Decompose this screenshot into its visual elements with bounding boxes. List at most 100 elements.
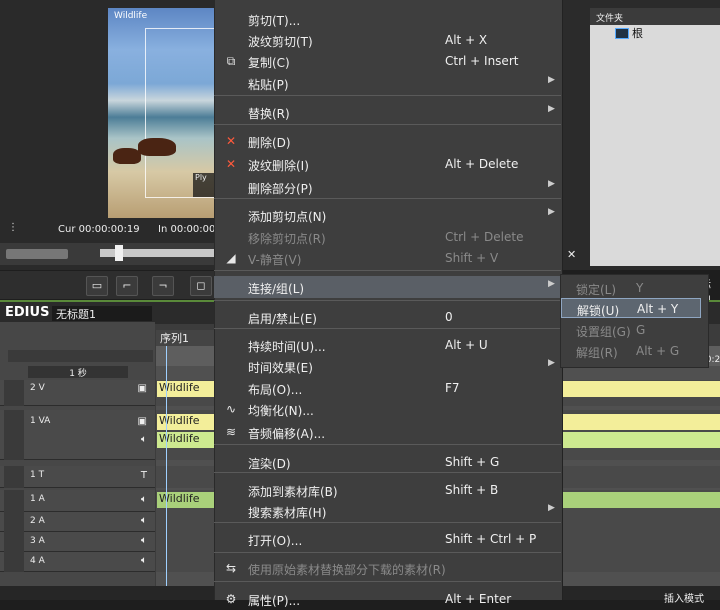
bin-header: 文件夹 — [590, 8, 720, 25]
submenu-item[interactable]: 解锁(U) Alt + Y — [561, 298, 701, 318]
player-menu-icon[interactable]: ⋮ — [8, 222, 18, 236]
track-name: 1 T — [30, 470, 45, 480]
submenu-item-shortcut: Alt + Y — [637, 302, 679, 316]
delete-icon: ✕ — [225, 134, 237, 148]
track-4a[interactable]: 4 A 🔈︎ — [0, 552, 155, 572]
menu-item[interactable]: 搜索素材库(H) ▶ — [214, 500, 561, 522]
menu-item-label: 持续时间(U)... — [248, 340, 326, 354]
menu-item[interactable]: ⧉ 复制(C) Ctrl + Insert — [214, 50, 561, 72]
track-name: 2 V — [30, 383, 45, 393]
submenu-arrow-icon: ▶ — [548, 358, 555, 368]
sequence-name-field[interactable]: 无标题1 — [52, 306, 152, 321]
speaker-icon[interactable]: 🔈︎ — [141, 555, 147, 566]
menu-item-label: 添加剪切点(N) — [248, 210, 327, 224]
menu-item-label: 复制(C) — [248, 56, 290, 70]
clip-1a-tail[interactable] — [561, 492, 720, 508]
menu-item[interactable]: 删除部分(P) ▶ — [214, 176, 561, 198]
title-track-icon: T — [140, 470, 147, 481]
menu-item-shortcut: Shift + V — [445, 251, 499, 265]
menu-item[interactable]: 连接/组(L) ▶ — [214, 276, 561, 298]
track-3a[interactable]: 3 A 🔈︎ — [0, 532, 155, 552]
menu-item-shortcut: Alt + Delete — [445, 157, 519, 171]
app-name: EDIUS — [5, 305, 50, 320]
sequence-tab[interactable]: 序列1 — [156, 330, 214, 346]
match-frame-icon[interactable]: ▭ — [86, 276, 108, 296]
menu-item[interactable]: 时间效果(E) ▶ — [214, 355, 561, 377]
speaker-icon[interactable]: 🔈︎ — [141, 494, 147, 505]
copy-icon: ⧉ — [226, 54, 236, 68]
menu-item-label: 时间效果(E) — [248, 361, 313, 375]
menu-item-label: V-静音(V) — [248, 253, 302, 267]
menu-item[interactable]: ✕ 删除(D) — [214, 130, 561, 152]
menu-item-label: 移除剪切点(R) — [248, 232, 326, 246]
menu-item[interactable]: ∿ 均衡化(N)... — [214, 398, 561, 420]
menu-item[interactable]: 打开(O)... Shift + Ctrl + P — [214, 528, 561, 550]
menu-item[interactable]: 替换(R) ▶ — [214, 101, 561, 123]
menu-item[interactable]: ≋ 音频偏移(A)... — [214, 421, 561, 443]
menu-item-label: 删除部分(P) — [248, 182, 313, 196]
menu-item-shortcut: Alt + U — [445, 338, 488, 352]
menu-item-shortcut: Alt + X — [445, 33, 488, 47]
scale-selector[interactable]: 1 秒 — [28, 366, 128, 379]
clip-2v-tail[interactable] — [561, 381, 720, 397]
video-caption: Ply — [193, 173, 215, 197]
submenu-item-label: 设置组(G) — [576, 325, 631, 339]
menu-item[interactable]: ✕ 波纹删除(I) Alt + Delete — [214, 153, 561, 175]
video-preview[interactable]: Wildlife Ply — [108, 8, 216, 218]
menu-item[interactable]: 剪切(T)... — [214, 8, 561, 30]
audio-offset-icon: ≋ — [225, 425, 237, 439]
menu-item-label: 替换(R) — [248, 107, 290, 121]
menu-item[interactable]: ⚙ 属性(P)... Alt + Enter — [214, 588, 561, 610]
bin-header-label: 文件夹 — [596, 14, 624, 24]
menu-item[interactable]: 布局(O)... F7 — [214, 377, 561, 399]
playhead-handle[interactable] — [115, 245, 123, 261]
menu-item-shortcut: Shift + B — [445, 483, 499, 497]
menu-item[interactable]: 启用/禁止(E) 0 — [214, 306, 561, 328]
properties-icon: ⚙ — [225, 592, 237, 606]
menu-item-label: 连接/组(L) — [248, 282, 305, 296]
speaker-icon[interactable]: 🔈︎ — [141, 535, 147, 546]
set-out-icon[interactable]: ¬ — [152, 276, 174, 296]
track-1va[interactable]: 1 VA ▣ 🔈︎ — [0, 410, 155, 460]
timeline-cursor[interactable] — [166, 346, 167, 586]
menu-item: ⇆ 使用原始素材替换部分下载的素材(R) — [214, 557, 561, 579]
menu-item[interactable]: 持续时间(U)... Alt + U — [214, 334, 561, 356]
menu-item-label: 搜索素材库(H) — [248, 506, 327, 520]
video-title: Wildlife — [114, 11, 148, 21]
submenu-item-shortcut: G — [636, 323, 646, 337]
menu-separator — [214, 472, 561, 473]
clip-1va-audio-tail[interactable] — [561, 432, 720, 448]
menu-item[interactable]: 波纹剪切(T) Alt + X — [214, 29, 561, 51]
menu-item[interactable]: 粘贴(P) ▶ — [214, 72, 561, 94]
track-2a[interactable]: 2 A 🔈︎ — [0, 512, 155, 532]
menu-item-shortcut: Alt + Enter — [445, 592, 512, 606]
submenu-item: 解组(R) Alt + G — [561, 341, 701, 361]
menu-item-shortcut: Shift + Ctrl + P — [445, 532, 537, 546]
menu-item-label: 剪切(T)... — [248, 14, 301, 28]
video-track-icon: ▣ — [137, 416, 147, 427]
set-in-icon[interactable]: ⌐ — [116, 276, 138, 296]
folder-icon — [615, 28, 629, 39]
track-1a[interactable]: 1 A 🔈︎ — [0, 490, 155, 512]
menu-separator — [214, 124, 561, 125]
menu-item[interactable]: 渲染(D) Shift + G — [214, 451, 561, 473]
current-timecode: Cur 00:00:00:19 — [58, 224, 140, 235]
zoom-slider[interactable] — [8, 350, 153, 362]
speaker-icon[interactable]: 🔈︎ — [141, 434, 147, 445]
track-2v[interactable]: 2 V ▣ — [0, 380, 155, 406]
submenu-item: 设置组(G) G — [561, 320, 701, 340]
menu-item[interactable]: 添加剪切点(N) ▶ — [214, 204, 561, 226]
submenu-arrow-icon: ▶ — [548, 179, 555, 189]
shuttle-slider[interactable] — [6, 249, 68, 259]
submenu-arrow-icon: ▶ — [548, 503, 555, 513]
menu-item[interactable]: 添加到素材库(B) Shift + B — [214, 479, 561, 501]
clip-1va-video-tail[interactable] — [561, 414, 720, 430]
bin-root-folder[interactable]: 根 — [632, 25, 643, 41]
speaker-icon[interactable]: 🔈︎ — [141, 515, 147, 526]
video-track-icon: ▣ — [137, 383, 147, 394]
close-icon[interactable]: ✕ — [567, 248, 576, 261]
clip-icon[interactable]: ◻ — [190, 276, 212, 296]
track-1t[interactable]: 1 T T — [0, 466, 155, 488]
submenu-arrow-icon: ▶ — [548, 75, 555, 85]
track-name: 1 VA — [30, 416, 51, 426]
